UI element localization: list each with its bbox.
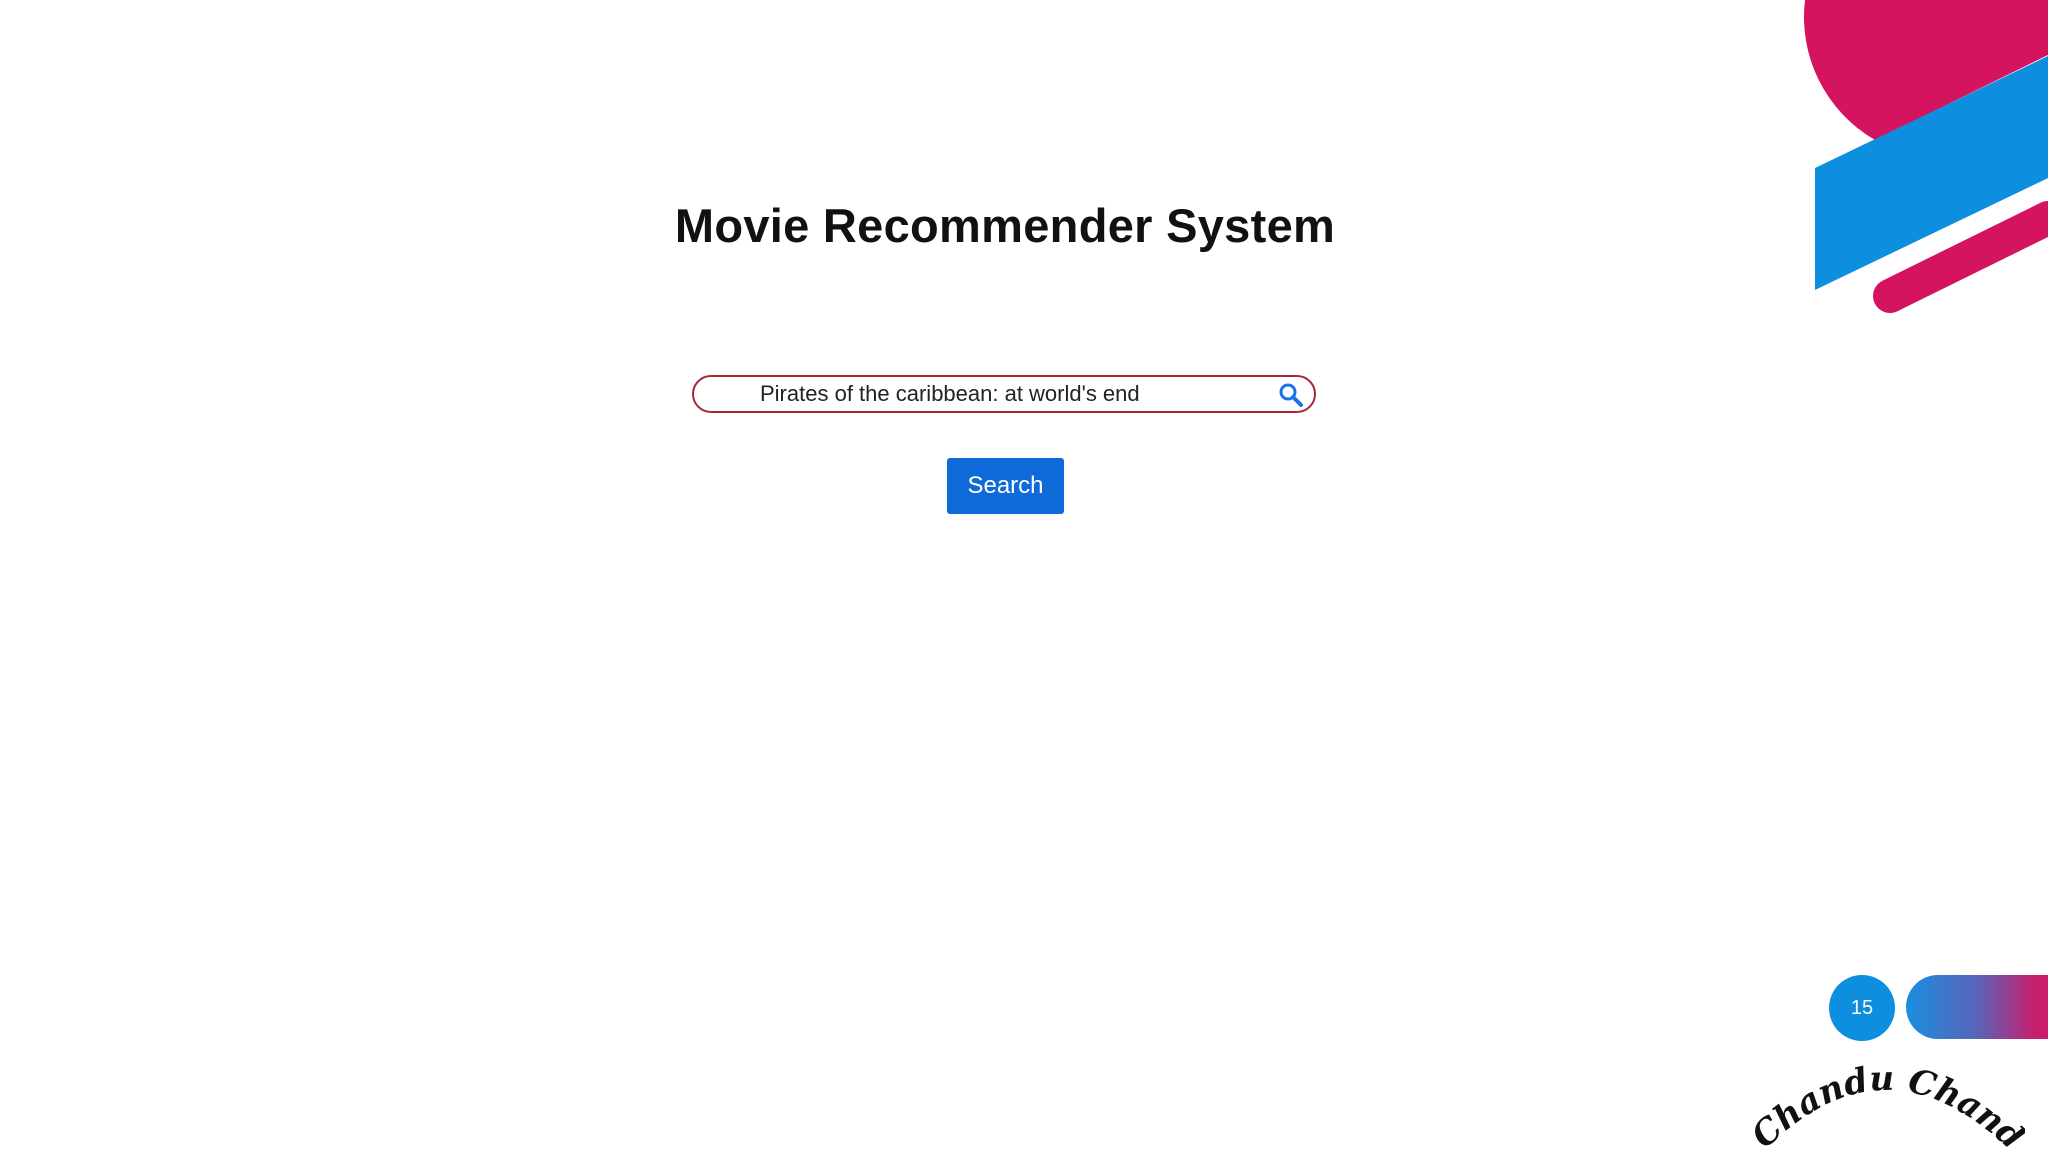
search-button[interactable]: Search bbox=[947, 458, 1064, 514]
magnifier-icon[interactable] bbox=[1278, 382, 1304, 408]
slide: Movie Recommender System Search 15 Chand… bbox=[0, 0, 2048, 1152]
search-box[interactable] bbox=[692, 375, 1316, 413]
magenta-semicircle-shape bbox=[1803, 0, 2048, 140]
search-input[interactable] bbox=[760, 377, 1250, 411]
svg-text:Chandu Chandran: Chandu Chandran bbox=[1745, 1040, 2025, 1152]
page-title: Movie Recommender System bbox=[674, 199, 1336, 252]
blue-stripe-shape bbox=[1815, 56, 2048, 290]
signature-logo: Chandu Chandran bbox=[1745, 1040, 2025, 1152]
decorative-shapes bbox=[1803, 0, 2048, 313]
signature-text: Chandu Chandran bbox=[1745, 1040, 2025, 1152]
gradient-pill-shape bbox=[1906, 975, 2048, 1039]
slide-number-badge: 15 bbox=[1829, 975, 1895, 1041]
